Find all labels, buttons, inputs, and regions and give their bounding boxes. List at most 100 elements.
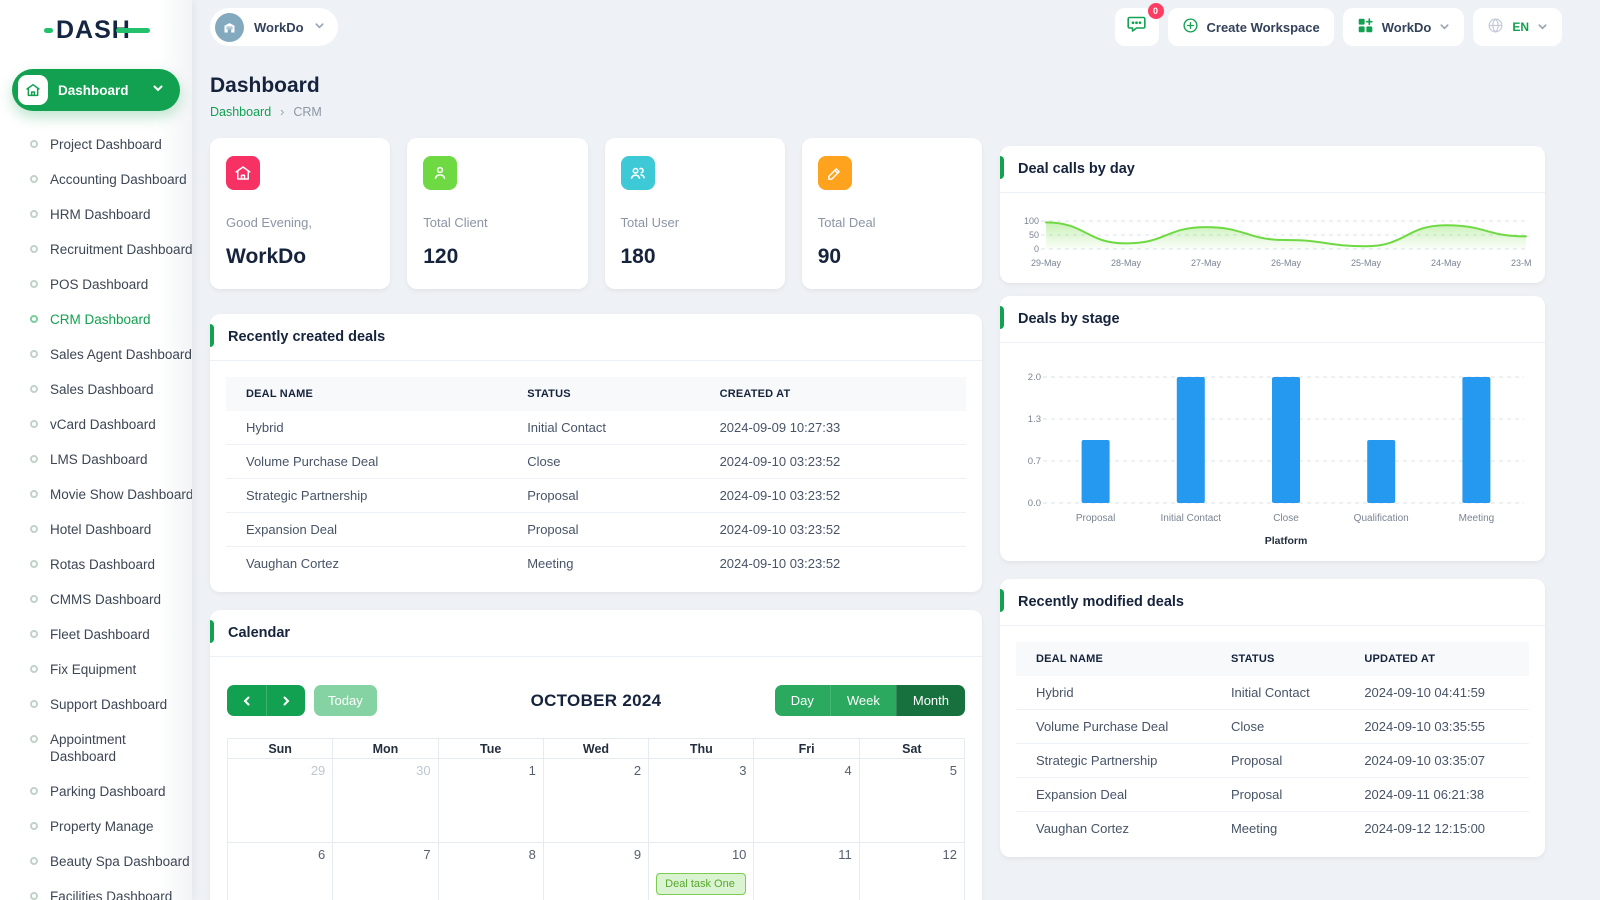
bullet-ring-icon xyxy=(30,455,38,463)
sidebar-item-pos-dashboard[interactable]: POS Dashboard xyxy=(0,267,192,302)
svg-text:Initial Contact: Initial Contact xyxy=(1161,513,1222,524)
day-number: 1 xyxy=(529,763,536,778)
calendar-day-cell[interactable]: 30 xyxy=(333,759,438,843)
calendar-day-cell[interactable]: 6 xyxy=(228,843,333,900)
app-menu-button[interactable]: WorkDo xyxy=(1343,8,1465,46)
calendar-day-cell[interactable]: 4 xyxy=(754,759,859,843)
stat-value: 90 xyxy=(818,245,966,269)
day-number: 10 xyxy=(732,847,746,862)
calendar-day-cell[interactable]: 29 xyxy=(228,759,333,843)
sidebar-item-appointment-dashboard[interactable]: Appointment Dashboard xyxy=(0,722,192,774)
calendar-view-week-button[interactable]: Week xyxy=(830,685,896,716)
calendar-day-cell[interactable]: 11 xyxy=(754,843,859,900)
sidebar-item-facilities-dashboard[interactable]: Facilities Dashboard xyxy=(0,879,192,900)
calendar-day-cell[interactable]: 8 xyxy=(439,843,544,900)
breadcrumb-dashboard-link[interactable]: Dashboard xyxy=(210,105,271,119)
svg-text:24-May: 24-May xyxy=(1431,258,1462,268)
calendar-today-button[interactable]: Today xyxy=(314,685,377,716)
chart-area: 2.01.30.70.0ProposalInitial ContactClose… xyxy=(1000,343,1545,561)
deals-table: DEAL NAMESTATUSUPDATED ATHybridInitial C… xyxy=(1016,642,1529,845)
bullet-ring-icon xyxy=(30,210,38,218)
sidebar-item-accounting-dashboard[interactable]: Accounting Dashboard xyxy=(0,162,192,197)
sidebar-item-support-dashboard[interactable]: Support Dashboard xyxy=(0,687,192,722)
recently-modified-deals-card: Recently modified deals DEAL NAMESTATUSU… xyxy=(1000,579,1545,857)
messages-button[interactable]: 0 xyxy=(1115,8,1159,46)
calendar-view-month-button[interactable]: Month xyxy=(896,685,965,716)
day-of-week-header: Wed xyxy=(544,739,649,759)
sidebar-item-hrm-dashboard[interactable]: HRM Dashboard xyxy=(0,197,192,232)
stat-card: Total Client120 xyxy=(407,138,587,289)
calendar-day-cell[interactable]: 10 Deal task One xyxy=(649,843,754,900)
sidebar-item-property-manage[interactable]: Property Manage xyxy=(0,809,192,844)
calendar-day-cell[interactable]: 12 xyxy=(860,843,965,900)
sidebar-item-label: Movie Show Dashboard xyxy=(50,486,192,503)
day-number: 9 xyxy=(634,847,641,862)
sidebar-item-sales-dashboard[interactable]: Sales Dashboard xyxy=(0,372,192,407)
sidebar-item-lms-dashboard[interactable]: LMS Dashboard xyxy=(0,442,192,477)
language-selector[interactable]: EN xyxy=(1473,8,1562,46)
svg-text:29-May: 29-May xyxy=(1031,258,1062,268)
calendar-event[interactable]: Deal task One xyxy=(656,873,746,895)
svg-text:0.0: 0.0 xyxy=(1028,498,1041,509)
sidebar-item-label: Property Manage xyxy=(50,818,154,835)
sidebar-item-hotel-dashboard[interactable]: Hotel Dashboard xyxy=(0,512,192,547)
bullet-ring-icon xyxy=(30,787,38,795)
table-cell: 2024-09-10 03:23:52 xyxy=(700,479,966,513)
sidebar-item-beauty-spa-dashboard[interactable]: Beauty Spa Dashboard xyxy=(0,844,192,879)
create-workspace-button[interactable]: Create Workspace xyxy=(1168,8,1334,46)
stat-label: Good Evening, xyxy=(226,215,374,230)
calendar-day-cell[interactable]: 7 xyxy=(333,843,438,900)
column-header: STATUS xyxy=(1211,642,1344,676)
table-row: HybridInitial Contact2024-09-10 04:41:59 xyxy=(1016,676,1529,710)
sidebar-item-fleet-dashboard[interactable]: Fleet Dashboard xyxy=(0,617,192,652)
plus-circle-icon xyxy=(1182,17,1199,37)
language-code: EN xyxy=(1512,20,1529,34)
topbar-actions: 0 Create Workspace WorkDo xyxy=(1115,8,1563,46)
calendar-day-cell[interactable]: 3 xyxy=(649,759,754,843)
table-row: Volume Purchase DealClose2024-09-10 03:3… xyxy=(1016,710,1529,744)
sidebar-item-recruitment-dashboard[interactable]: Recruitment Dashboard xyxy=(0,232,192,267)
calendar-view-day-button[interactable]: Day xyxy=(775,685,830,716)
day-number: 12 xyxy=(943,847,957,862)
svg-text:Platform: Platform xyxy=(1265,535,1308,547)
sidebar-item-sales-agent-dashboard[interactable]: Sales Agent Dashboard xyxy=(0,337,192,372)
users-icon xyxy=(621,156,655,190)
day-number: 8 xyxy=(529,847,536,862)
sidebar-item-parking-dashboard[interactable]: Parking Dashboard xyxy=(0,774,192,809)
table-cell: 2024-09-10 03:23:52 xyxy=(700,547,966,581)
calendar-day-cell[interactable]: 2 xyxy=(544,759,649,843)
sidebar-item-project-dashboard[interactable]: Project Dashboard xyxy=(0,127,192,162)
table-row: HybridInitial Contact2024-09-09 10:27:33 xyxy=(226,411,966,445)
app-logo[interactable]: DASH xyxy=(0,0,192,63)
sidebar-item-label: Rotas Dashboard xyxy=(50,556,155,573)
sidebar-item-fix-equipment[interactable]: Fix Equipment xyxy=(0,652,192,687)
bullet-ring-icon xyxy=(30,140,38,148)
table-cell: 2024-09-10 03:35:07 xyxy=(1344,744,1529,778)
sidebar-item-movie-show-dashboard[interactable]: Movie Show Dashboard xyxy=(0,477,192,512)
page-title: Dashboard xyxy=(210,74,1600,98)
calendar-view-switcher: DayWeekMonth xyxy=(775,685,965,716)
calendar-day-cell[interactable]: 5 xyxy=(860,759,965,843)
column-header: STATUS xyxy=(507,377,699,411)
recently-created-deals-card: Recently created deals DEAL NAMESTATUSCR… xyxy=(210,314,982,592)
sidebar-item-crm-dashboard[interactable]: CRM Dashboard xyxy=(0,302,192,337)
workspace-switcher[interactable]: WorkDo xyxy=(210,8,338,46)
sidebar-item-cmms-dashboard[interactable]: CMMS Dashboard xyxy=(0,582,192,617)
day-number: 7 xyxy=(423,847,430,862)
column-header: DEAL NAME xyxy=(226,377,507,411)
workspace-name: WorkDo xyxy=(254,20,304,35)
apps-grid-icon xyxy=(1357,17,1374,37)
bullet-ring-icon xyxy=(30,350,38,358)
sidebar-item-rotas-dashboard[interactable]: Rotas Dashboard xyxy=(0,547,192,582)
calendar-next-button[interactable] xyxy=(266,685,305,716)
stat-card: Total User180 xyxy=(605,138,785,289)
calendar-day-cell[interactable]: 1 xyxy=(439,759,544,843)
calendar-day-cell[interactable]: 9 xyxy=(544,843,649,900)
bullet-ring-icon xyxy=(30,525,38,533)
sidebar-item-vcard-dashboard[interactable]: vCard Dashboard xyxy=(0,407,192,442)
bullet-ring-icon xyxy=(30,665,38,673)
sidebar-dashboard-group[interactable]: Dashboard xyxy=(12,69,180,111)
day-number: 2 xyxy=(634,763,641,778)
svg-text:Qualification: Qualification xyxy=(1354,513,1409,524)
calendar-prev-button[interactable] xyxy=(227,685,266,716)
